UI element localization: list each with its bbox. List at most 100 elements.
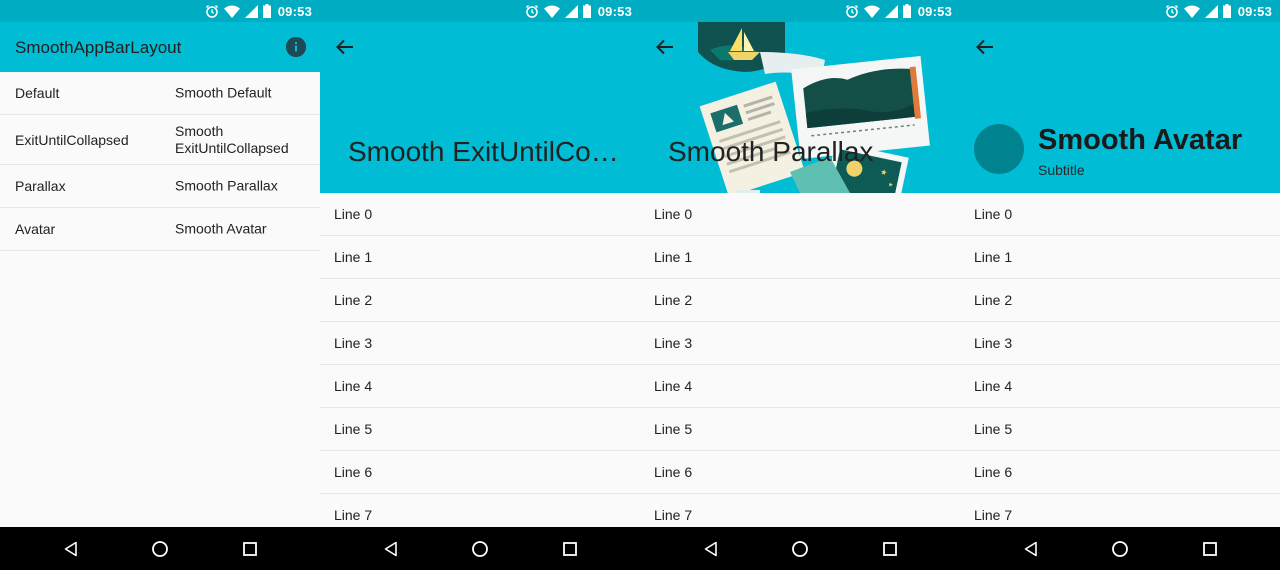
list-item[interactable]: Line 0 [320,193,640,236]
wifi-icon [543,5,560,18]
avatar-app-bar: Smooth Avatar Subtitle [960,22,1280,193]
battery-icon [1222,4,1231,18]
app-title: SmoothAppBarLayout [15,38,182,57]
list-item-label: Line 7 [334,507,373,523]
back-triangle-icon[interactable] [701,539,721,559]
list-item-label: Line 7 [974,507,1013,523]
list-item-label: Line 2 [974,292,1013,308]
list-item[interactable]: Line 6 [320,451,640,494]
status-bar: 09:53 [640,0,960,22]
list-item-parallax[interactable]: Parallax Smooth Parallax [0,165,320,208]
list-item-value: Smooth ExitUntilCollapsed [175,122,289,156]
list-item-default[interactable]: Default Smooth Default [0,72,320,115]
recents-square-icon[interactable] [1200,539,1220,559]
list-item[interactable]: Line 4 [960,365,1280,408]
wifi-icon [1183,5,1200,18]
battery-icon [262,4,271,18]
list-item-label: Line 3 [654,335,693,351]
home-circle-icon[interactable] [1110,539,1130,559]
list-item-label: Line 2 [654,292,693,308]
info-icon[interactable] [286,37,306,57]
list-item[interactable]: Line 0 [960,193,1280,236]
list-item-label: Line 5 [654,421,693,437]
status-time: 09:53 [917,3,952,19]
alarm-icon [845,4,858,18]
list-item[interactable]: Line 0 [640,193,960,236]
list-item[interactable]: Line 4 [320,365,640,408]
collapsing-title: Smooth ExitUntilCollapsed [348,136,620,167]
list-item-label: Line 1 [654,249,693,265]
list-item[interactable]: Line 1 [320,236,640,279]
status-time: 09:53 [597,3,632,19]
back-triangle-icon[interactable] [1021,539,1041,559]
list-item[interactable]: Line 1 [960,236,1280,279]
line-list: Line 0 Line 1 Line 2 Line 3 Line 4 Line … [960,193,1280,537]
list-item-label: Line 3 [334,335,373,351]
home-circle-icon[interactable] [150,539,170,559]
list-item[interactable]: Line 3 [640,322,960,365]
home-circle-icon[interactable] [790,539,810,559]
collapsing-title: Smooth Parallax [668,136,874,167]
arrow-left-icon[interactable] [334,36,356,58]
list-item-label: Line 0 [654,206,693,222]
nav-bar [0,527,320,570]
parallax-app-bar: ★ ★ Smooth Parallax [640,22,960,193]
list-item-label: Line 6 [974,464,1013,480]
list-item[interactable]: Line 5 [320,408,640,451]
avatar-screen: 09:53 Smooth Avatar Subtitle Line 0 Line… [960,0,1280,570]
list-item[interactable]: Line 3 [320,322,640,365]
back-triangle-icon[interactable] [61,539,81,559]
list-item[interactable]: Line 2 [320,279,640,322]
status-bar: 09:53 [0,0,320,22]
avatar-subtitle: Subtitle [1038,162,1085,178]
collapsing-app-bar: Smooth ExitUntilCollapsed [320,22,640,193]
list-item-label: Line 4 [974,378,1013,394]
demo-list: Default Smooth Default ExitUntilCollapse… [0,72,320,251]
parallax-screen: 09:53 ★ ★ Smooth Parallax Line 0 Line 1 … [640,0,960,570]
battery-icon [582,4,591,18]
list-item-value: Smooth Avatar [175,220,267,237]
avatar-title: Smooth Avatar [1038,124,1243,156]
list-item[interactable]: Line 4 [640,365,960,408]
arrow-left-icon[interactable] [654,36,676,58]
wifi-icon [223,5,240,18]
list-item-key: Avatar [15,221,56,237]
list-item-label: Line 1 [334,249,373,265]
list-item[interactable]: Line 2 [960,279,1280,322]
line-list: Line 0 Line 1 Line 2 Line 3 Line 4 Line … [640,193,960,537]
recents-square-icon[interactable] [560,539,580,559]
list-item-key: ExitUntilCollapsed [15,131,129,148]
signal-icon [564,4,578,18]
list-item-label: Line 0 [334,206,373,222]
list-item[interactable]: Line 3 [960,322,1280,365]
back-triangle-icon[interactable] [381,539,401,559]
exit-until-collapsed-screen: 09:53 Smooth ExitUntilCollapsed Line 0 L… [320,0,640,570]
recents-square-icon[interactable] [240,539,260,559]
list-item-label: Line 0 [974,206,1013,222]
list-item[interactable]: Line 6 [640,451,960,494]
list-item[interactable]: Line 5 [960,408,1280,451]
list-item-label: Line 5 [974,421,1013,437]
nav-bar [320,527,640,570]
status-time: 09:53 [1237,3,1272,19]
list-item-exituntilcollapsed[interactable]: ExitUntilCollapsed Smooth ExitUntilColla… [0,115,320,165]
list-item-label: Line 6 [654,464,693,480]
list-item-label: Line 6 [334,464,373,480]
list-item[interactable]: Line 6 [960,451,1280,494]
alarm-icon [1165,4,1178,18]
status-bar: 09:53 [320,0,640,22]
main-screen: 09:53 SmoothAppBarLayout Default Smooth … [0,0,320,570]
alarm-icon [525,4,538,18]
list-item[interactable]: Line 2 [640,279,960,322]
list-item[interactable]: Line 1 [640,236,960,279]
list-item[interactable]: Line 5 [640,408,960,451]
list-item-key: Parallax [15,178,66,194]
home-circle-icon[interactable] [470,539,490,559]
list-item-label: Line 2 [334,292,373,308]
app-bar: SmoothAppBarLayout [0,22,320,72]
signal-icon [244,4,258,18]
line-list: Line 0 Line 1 Line 2 Line 3 Line 4 Line … [320,193,640,537]
recents-square-icon[interactable] [880,539,900,559]
arrow-left-icon[interactable] [974,36,996,58]
list-item-avatar[interactable]: Avatar Smooth Avatar [0,208,320,251]
